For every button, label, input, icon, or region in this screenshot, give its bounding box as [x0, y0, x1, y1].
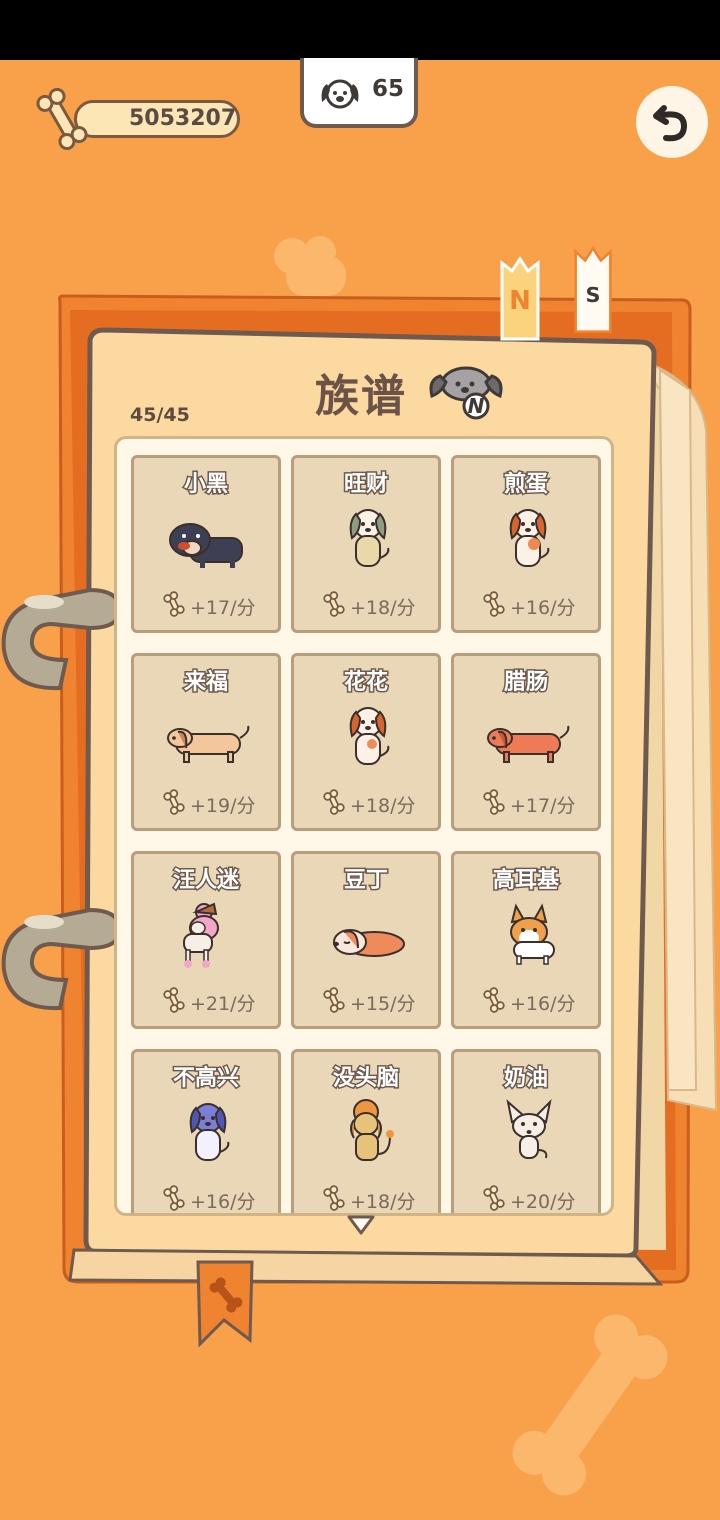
- dog-name: 高耳基: [491, 867, 560, 895]
- dog-card[interactable]: 来福 +19/分: [131, 653, 281, 831]
- bone-icon: [322, 590, 346, 622]
- dog-name: 不高兴: [171, 1065, 240, 1093]
- dog-card[interactable]: 不高兴 +16/分: [131, 1049, 281, 1213]
- dog-portrait: [164, 498, 254, 588]
- dog-name: 汪人迷: [171, 867, 240, 895]
- dog-portrait: [164, 1092, 254, 1182]
- bone-icon: [162, 788, 186, 820]
- dog-rate-value: +17/分: [510, 794, 576, 817]
- dog-name: 旺财: [342, 471, 389, 499]
- dog-card[interactable]: 腊肠 +17/分: [451, 653, 601, 831]
- bone-icon: [322, 986, 346, 1018]
- dog-portrait: [324, 498, 414, 588]
- dog-rate-value: +21/分: [190, 992, 256, 1015]
- bone-icon: [482, 590, 506, 622]
- dog-name: 没头脑: [331, 1065, 400, 1093]
- dog-rate: +16/分: [162, 1184, 256, 1213]
- dog-portrait: [164, 696, 254, 786]
- bone-icon: [482, 1184, 506, 1213]
- dog-rate: +18/分: [322, 1184, 416, 1213]
- dog-portrait: [484, 1092, 574, 1182]
- bone-icon: [162, 1184, 186, 1213]
- tab-s[interactable]: S: [573, 238, 613, 342]
- dog-portrait: [324, 1092, 414, 1182]
- dog-rate-value: +16/分: [190, 1190, 256, 1213]
- dog-rate: +18/分: [322, 590, 416, 622]
- tab-s-label: S: [585, 283, 600, 307]
- dog-name: 奶油: [502, 1065, 549, 1093]
- dog-rate-value: +20/分: [510, 1190, 576, 1213]
- dog-rate: +17/分: [482, 788, 576, 820]
- dog-name: 腊肠: [502, 669, 549, 697]
- dog-card[interactable]: 小黑 +17/分: [131, 455, 281, 633]
- dog-portrait: [484, 498, 574, 588]
- bone-icon: [482, 788, 506, 820]
- dog-card[interactable]: 花花 +18/分: [291, 653, 441, 831]
- bone-icon: [322, 788, 346, 820]
- dog-rate: +21/分: [162, 986, 256, 1018]
- dog-name: 花花: [342, 669, 389, 697]
- dog-rate: +19/分: [162, 788, 256, 820]
- dog-portrait: [484, 696, 574, 786]
- dog-card[interactable]: 奶油 +20/分: [451, 1049, 601, 1213]
- collection-progress: 45/45: [130, 404, 190, 426]
- title-icon-letter: N: [468, 394, 485, 418]
- dog-rate: +15/分: [322, 986, 416, 1018]
- dog-rate-value: +18/分: [350, 794, 416, 817]
- dog-rate: +16/分: [482, 590, 576, 622]
- dog-rate: +20/分: [482, 1184, 576, 1213]
- dog-rate-value: +18/分: [350, 596, 416, 619]
- dog-name: 煎蛋: [502, 471, 549, 499]
- dog-portrait: [324, 894, 414, 984]
- bone-icon: [482, 986, 506, 1018]
- bone-icon: [162, 590, 186, 622]
- dog-rate: +18/分: [322, 788, 416, 820]
- dog-rate-value: +16/分: [510, 992, 576, 1015]
- dog-rate-value: +15/分: [350, 992, 416, 1015]
- bone-icon: [162, 986, 186, 1018]
- dog-rate: +17/分: [162, 590, 256, 622]
- gray-dog-n-icon: N: [429, 366, 503, 420]
- dog-portrait: [324, 696, 414, 786]
- dog-rate-value: +18/分: [350, 1190, 416, 1213]
- dog-grid-panel: 小黑 +17/分 旺财 +18/分 煎蛋 +16/分 来福 +19/分 花花 +…: [114, 436, 614, 1216]
- scroll-down-arrow-icon[interactable]: [346, 1214, 376, 1236]
- dog-card[interactable]: 旺财 +18/分: [291, 455, 441, 633]
- bone-icon: [322, 1184, 346, 1213]
- tab-n-label: N: [509, 286, 531, 316]
- dog-rate-value: +19/分: [190, 794, 256, 817]
- dog-portrait: [164, 894, 254, 984]
- dog-rate-value: +17/分: [190, 596, 256, 619]
- dog-card[interactable]: 煎蛋 +16/分: [451, 455, 601, 633]
- dog-card[interactable]: 汪人迷 +21/分: [131, 851, 281, 1029]
- tab-n[interactable]: N: [500, 255, 540, 345]
- dog-rate-value: +16/分: [510, 596, 576, 619]
- dog-name: 小黑: [182, 471, 229, 499]
- dog-portrait: [484, 894, 574, 984]
- dog-card[interactable]: 高耳基 +16/分: [451, 851, 601, 1029]
- dog-name: 豆丁: [342, 867, 389, 895]
- page-title: 族谱: [315, 371, 407, 422]
- dog-card[interactable]: 没头脑 +18/分: [291, 1049, 441, 1213]
- dog-rate: +16/分: [482, 986, 576, 1018]
- dog-card[interactable]: 豆丁 +15/分: [291, 851, 441, 1029]
- dog-name: 来福: [182, 669, 229, 697]
